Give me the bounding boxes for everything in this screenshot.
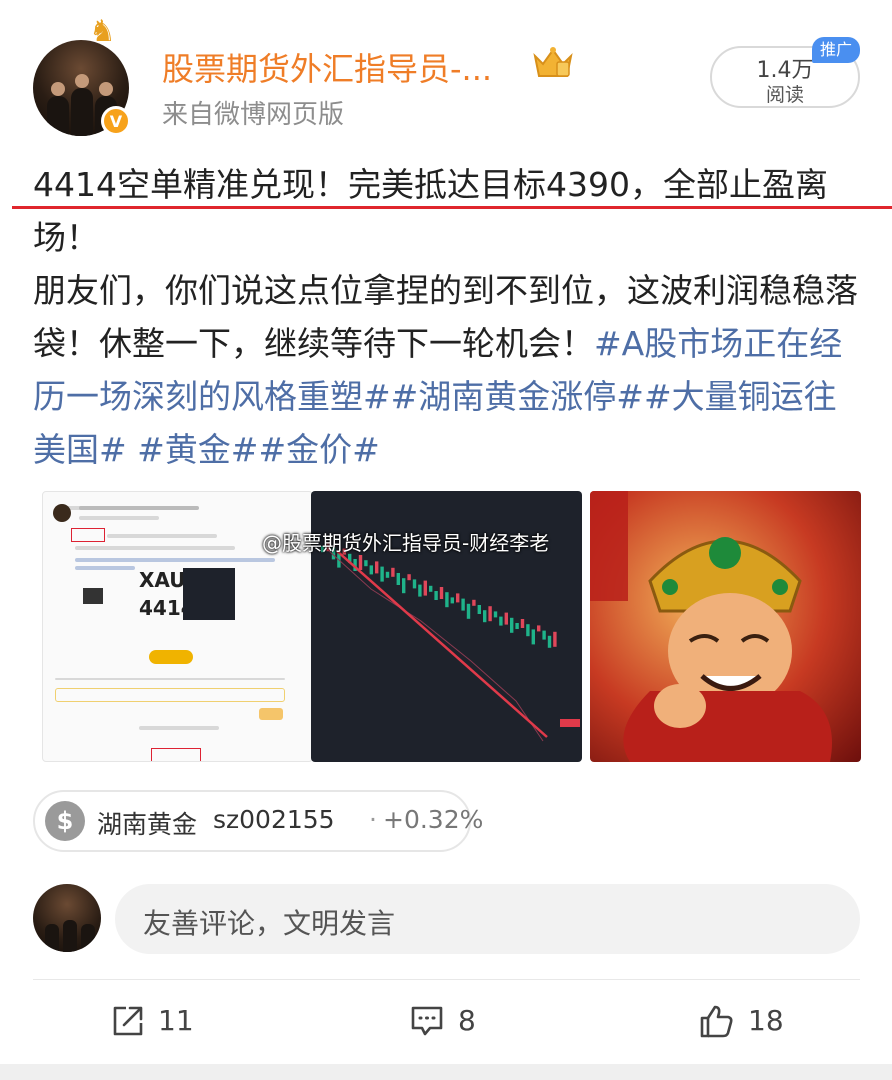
comment-icon	[411, 1006, 443, 1036]
divider	[33, 979, 860, 980]
comment-count: 8	[458, 1004, 476, 1037]
image-watermark: @股票期货外汇指导员-财经李老	[262, 531, 550, 555]
candle	[472, 599, 476, 606]
highlight-underline	[12, 206, 892, 209]
fortune-god-image	[590, 491, 832, 762]
candle	[547, 635, 552, 648]
candle	[493, 611, 498, 618]
like-count: 18	[748, 1004, 784, 1037]
candle	[396, 573, 400, 585]
candle	[402, 578, 406, 594]
candle	[510, 617, 514, 633]
candle	[531, 629, 535, 645]
like-button[interactable]: 18	[698, 1003, 788, 1039]
candle	[358, 555, 363, 570]
dollar-icon: $	[45, 801, 85, 841]
candle	[439, 587, 444, 599]
verified-badge-icon: V	[101, 106, 131, 136]
candle	[380, 566, 384, 582]
candle	[418, 584, 422, 597]
candle	[488, 606, 492, 622]
weibo-post: ♞ V 股票期货外汇指导员-... 来自微博网页版 1.4万 阅读 推广 441…	[0, 0, 892, 1080]
candle	[391, 567, 395, 577]
candle	[515, 623, 519, 629]
candle	[412, 579, 417, 589]
candle	[542, 630, 546, 640]
candle	[423, 580, 427, 596]
post-source: 来自微博网页版	[162, 100, 345, 130]
candle	[450, 597, 454, 604]
candle	[429, 585, 433, 592]
my-avatar	[33, 884, 101, 952]
candle	[375, 561, 379, 574]
candle	[407, 574, 411, 581]
candle	[445, 592, 449, 608]
author-avatar[interactable]: ♞ V	[33, 14, 131, 136]
bottom-separator	[0, 1064, 892, 1080]
repost-icon	[113, 1006, 143, 1036]
candle	[434, 591, 438, 600]
candle	[456, 593, 460, 603]
candle	[477, 605, 481, 614]
candle	[504, 612, 508, 625]
thumbs-up-icon	[700, 1005, 733, 1038]
post-image-3[interactable]	[590, 491, 861, 762]
comment-button[interactable]: 8	[410, 1003, 490, 1039]
candle	[526, 624, 530, 637]
candle	[461, 598, 465, 611]
candle	[369, 565, 373, 575]
candle	[466, 603, 471, 619]
stock-separator: ·	[369, 805, 377, 834]
stock-code: sz002155	[213, 805, 335, 834]
promo-badge: 推广	[812, 37, 860, 63]
repost-count: 11	[158, 1004, 194, 1037]
stock-chip[interactable]: $ 湖南黄金 sz002155 · +0.32%	[33, 790, 483, 852]
read-label: 阅读	[765, 84, 804, 106]
comment-placeholder: 友善评论，文明发言	[143, 907, 396, 940]
vip-crown-icon	[533, 47, 573, 77]
repost-button[interactable]: 11	[110, 1003, 200, 1039]
candle	[553, 631, 557, 647]
candle	[385, 571, 390, 578]
post-text-line1: 4414空单精准兑现！完美抵达目标4390，全部止盈离场！	[33, 165, 828, 257]
comment-input[interactable]: 友善评论，文明发言	[115, 884, 860, 954]
stock-change: +0.32%	[383, 805, 484, 834]
author-name[interactable]: 股票期货外汇指导员-...	[162, 44, 492, 90]
candle	[520, 619, 525, 628]
candle	[537, 625, 541, 632]
candle	[364, 560, 368, 567]
candle	[483, 610, 487, 623]
candle	[499, 616, 503, 626]
stock-name: 湖南黄金	[97, 810, 198, 839]
horse-pendant-icon: ♞	[89, 14, 116, 49]
